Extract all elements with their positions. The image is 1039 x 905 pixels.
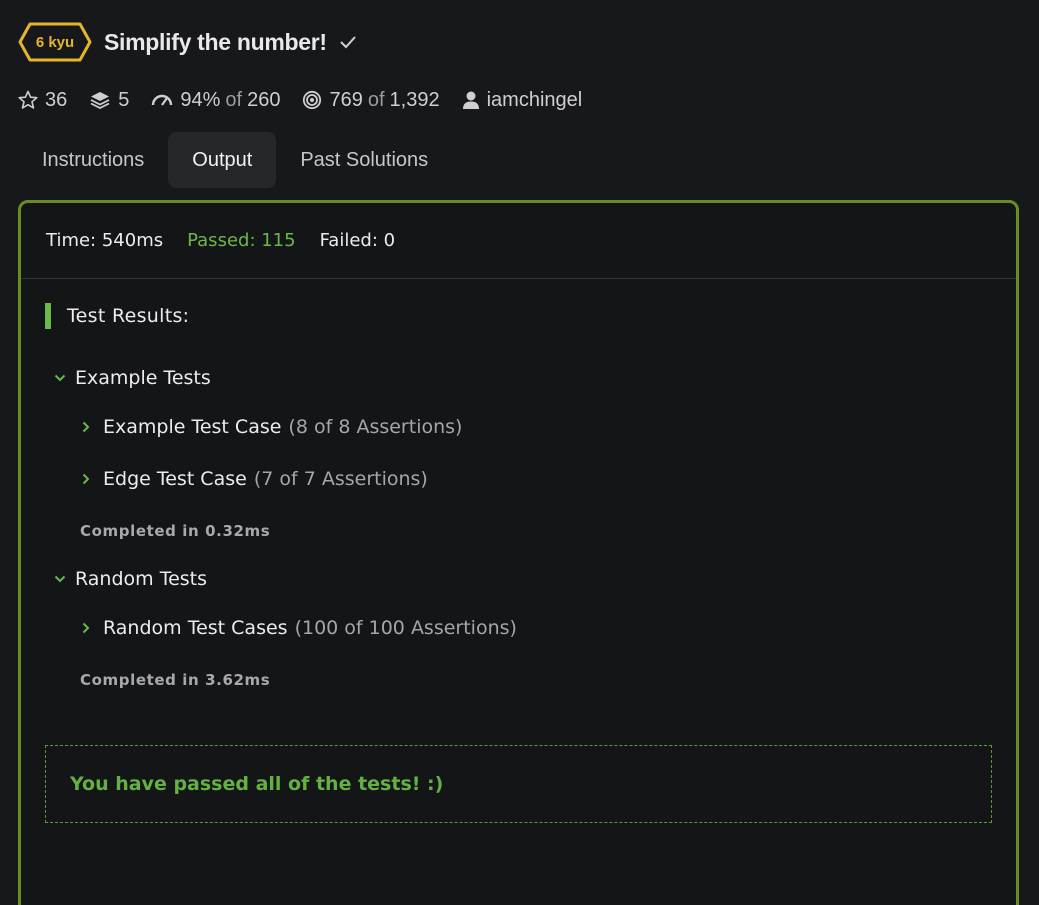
chevron-right-icon <box>79 622 93 634</box>
heading-accent-bar <box>45 303 51 329</box>
kata-title[interactable]: Simplify the number! <box>104 29 327 56</box>
completed-time: Completed in 3.62ms <box>80 671 271 689</box>
completions-count: 769 <box>329 88 363 111</box>
collections-count: 5 <box>118 88 130 111</box>
group-toggle-example[interactable]: Example Tests <box>45 365 211 391</box>
run-summary: Time: 540ms Passed: 115 Failed: 0 <box>21 203 1016 279</box>
test-results: Test Results: Example Tests Example Test… <box>45 303 995 689</box>
test-results-title: Test Results: <box>67 305 190 327</box>
author-name[interactable]: iamchingel <box>487 89 583 112</box>
group-toggle-random[interactable]: Random Tests <box>45 566 207 592</box>
check-icon <box>339 35 357 49</box>
collections-stat[interactable]: 5 <box>89 89 129 112</box>
test-case-label: Random Test Cases <box>103 617 288 639</box>
chevron-right-icon <box>79 421 93 433</box>
test-case-example[interactable]: Example Test Case (8 of 8 Assertions) <box>79 416 462 438</box>
test-results-heading: Test Results: <box>45 303 995 329</box>
test-case-count: (8 of 8 Assertions) <box>288 416 463 438</box>
target-icon <box>302 90 322 110</box>
chevron-right-icon <box>79 473 93 485</box>
satisfaction-percent: 94% <box>180 88 221 111</box>
gauge-icon <box>151 92 173 108</box>
test-case-label: Example Test Case <box>103 416 282 438</box>
group-label: Example Tests <box>75 367 211 389</box>
test-case-label: Edge Test Case <box>103 468 247 490</box>
completions-of: of <box>367 88 385 111</box>
failed-count: Failed: 0 <box>319 230 396 251</box>
user-icon <box>462 90 480 110</box>
star-icon <box>18 90 38 110</box>
layers-icon <box>89 90 111 110</box>
completed-time: Completed in 0.32ms <box>80 522 271 540</box>
kata-header: 6 kyu Simplify the number! <box>18 22 357 62</box>
kata-output-page: 6 kyu Simplify the number! 36 5 94% of 2… <box>0 0 1039 905</box>
chevron-down-icon <box>49 374 71 382</box>
tab-instructions[interactable]: Instructions <box>18 132 168 188</box>
tab-output[interactable]: Output <box>168 132 277 188</box>
kata-stats: 36 5 94% of 260 769 of 1,392 iamchingel <box>18 86 604 114</box>
test-group-example: Example Tests <box>45 365 211 391</box>
kata-tabs: Instructions Output Past Solutions <box>18 132 452 188</box>
kyu-rank-badge: 6 kyu <box>18 22 92 62</box>
test-case-random[interactable]: Random Test Cases (100 of 100 Assertions… <box>79 617 517 639</box>
test-group-random: Random Tests <box>45 566 207 592</box>
completions-total: 1,392 <box>389 88 440 111</box>
test-case-count: (7 of 7 Assertions) <box>253 468 428 490</box>
test-case-edge[interactable]: Edge Test Case (7 of 7 Assertions) <box>79 468 428 490</box>
group-label: Random Tests <box>75 568 208 590</box>
tab-past-solutions[interactable]: Past Solutions <box>276 132 452 188</box>
satisfaction-of: of <box>225 88 243 111</box>
test-case-count: (100 of 100 Assertions) <box>294 617 517 639</box>
stars-stat[interactable]: 36 <box>18 89 67 112</box>
chevron-down-icon <box>49 575 71 583</box>
run-time: Time: 540ms <box>46 230 164 251</box>
satisfaction-total: 260 <box>247 88 281 111</box>
kyu-rank-label: 6 kyu <box>35 33 75 51</box>
all-passed-message: You have passed all of the tests! :) <box>45 745 992 823</box>
author-stat[interactable]: iamchingel <box>462 89 583 112</box>
output-panel: Time: 540ms Passed: 115 Failed: 0 Test R… <box>18 200 1019 905</box>
passed-count: Passed: 115 <box>187 230 296 251</box>
satisfaction-stat: 94% of 260 <box>151 89 280 112</box>
stars-count: 36 <box>45 88 68 111</box>
completions-stat: 769 of 1,392 <box>302 88 440 112</box>
